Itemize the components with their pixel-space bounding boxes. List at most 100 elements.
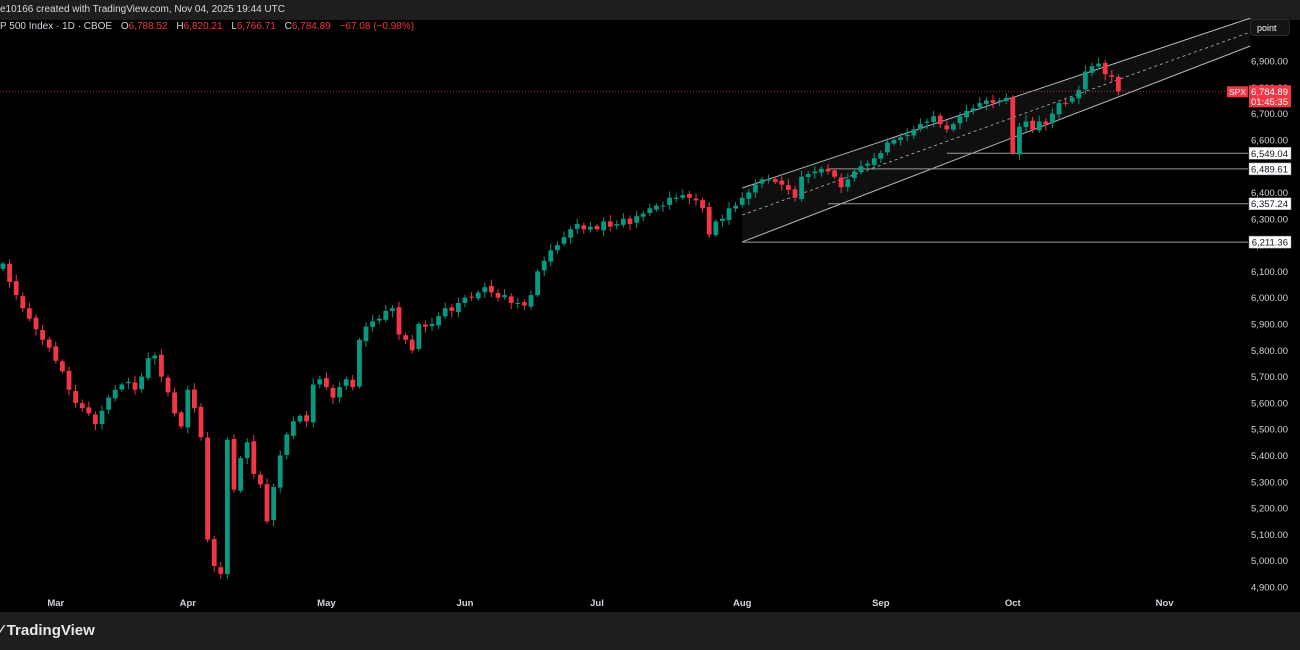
x-tick-label: Nov	[1156, 598, 1175, 609]
x-tick-label: Jun	[457, 598, 474, 609]
y-tick-label: 6,900.00	[1251, 57, 1288, 68]
channel-fill	[742, 18, 1250, 242]
candle-body	[1004, 98, 1009, 101]
candle-body	[40, 330, 45, 340]
candle-body	[502, 295, 507, 297]
candle-body	[984, 100, 989, 103]
candle-body	[159, 355, 164, 377]
candlestick-chart[interactable]: 4,900.005,000.005,100.005,200.005,300.00…	[0, 0, 1300, 612]
candle-body	[350, 380, 355, 387]
candle-body	[403, 335, 408, 339]
candle-body	[1103, 63, 1108, 74]
candle-body	[892, 140, 897, 144]
candle-body	[694, 199, 699, 201]
candle-body	[727, 208, 732, 220]
candle-body	[1116, 77, 1121, 91]
channel-upper-line	[742, 18, 1250, 188]
candle-body	[364, 327, 369, 341]
candle-body	[1070, 98, 1075, 102]
candle-body	[146, 358, 151, 378]
candle-body	[1010, 97, 1015, 153]
candle-body	[779, 181, 784, 185]
candle-body	[456, 303, 461, 312]
y-tick-label: 5,900.00	[1251, 320, 1288, 331]
candle-body	[621, 219, 626, 225]
y-tick-label: 5,200.00	[1251, 504, 1288, 515]
candle-body	[284, 434, 289, 455]
candle-body	[958, 116, 963, 123]
y-tick-label: 5,500.00	[1251, 425, 1288, 436]
candle-body	[1043, 121, 1048, 124]
candle-body	[258, 475, 263, 485]
candle-body	[647, 208, 652, 213]
candle-body	[760, 179, 765, 183]
point-button[interactable]: point	[1250, 19, 1290, 36]
y-tick-label: 6,300.00	[1251, 214, 1288, 225]
candle-body	[793, 189, 798, 197]
candle-body	[826, 169, 831, 172]
candle-body	[383, 311, 388, 320]
candle-body	[370, 321, 375, 327]
candle-body	[674, 198, 679, 199]
candle-body	[20, 296, 25, 308]
candle-body	[80, 403, 85, 408]
candle-body	[588, 227, 593, 230]
candle-body	[278, 456, 283, 488]
y-tick-label: 6,400.00	[1251, 188, 1288, 199]
candle-body	[238, 458, 243, 491]
candle-body	[806, 174, 811, 177]
candle-body	[152, 356, 157, 359]
candle-body	[898, 137, 903, 140]
candle-body	[529, 295, 534, 307]
candle-body	[423, 325, 428, 327]
candle-body	[271, 487, 276, 520]
candle-body	[667, 198, 672, 205]
candle-body	[997, 100, 1002, 101]
candle-body	[687, 194, 692, 198]
y-tick-label: 6,700.00	[1251, 109, 1288, 120]
candle-body	[535, 271, 540, 295]
candle-body	[47, 340, 52, 348]
candle-body	[944, 125, 949, 129]
candle-body	[7, 264, 12, 282]
countdown-timer: 01:45:35	[1251, 97, 1288, 108]
candle-body	[172, 392, 177, 413]
candle-body	[331, 388, 336, 398]
candle-body	[964, 111, 969, 117]
y-tick-label: 6,100.00	[1251, 267, 1288, 278]
candle-body	[654, 206, 659, 210]
candle-body	[304, 415, 309, 421]
y-tick-label: 5,100.00	[1251, 530, 1288, 541]
candle-body	[265, 484, 270, 521]
candle-body	[614, 224, 619, 226]
candle-body	[416, 324, 421, 349]
candle-body	[1096, 64, 1101, 67]
candle-body	[245, 442, 250, 458]
candle-body	[938, 116, 943, 124]
candle-body	[845, 179, 850, 187]
candle-body	[713, 221, 718, 235]
candle-body	[410, 340, 415, 351]
candle-body	[859, 166, 864, 172]
y-tick-label: 5,300.00	[1251, 477, 1288, 488]
candle-body	[14, 281, 19, 295]
candle-body	[337, 387, 342, 397]
candle-body	[86, 407, 91, 413]
candle-body	[977, 103, 982, 107]
candle-body	[357, 340, 362, 387]
candle-body	[291, 421, 296, 435]
candle-body	[192, 389, 197, 408]
candle-body	[113, 390, 118, 399]
candle-body	[60, 361, 65, 371]
candle-body	[819, 169, 824, 173]
candle-body	[746, 193, 751, 199]
x-tick-label: Mar	[47, 598, 64, 609]
candle-body	[476, 292, 481, 298]
candle-body	[568, 229, 573, 237]
y-tick-label: 6,000.00	[1251, 293, 1288, 304]
candle-body	[852, 171, 857, 178]
candle-body	[766, 179, 771, 180]
candle-body	[185, 390, 190, 428]
candle-body	[100, 411, 105, 424]
candle-body	[436, 316, 441, 325]
